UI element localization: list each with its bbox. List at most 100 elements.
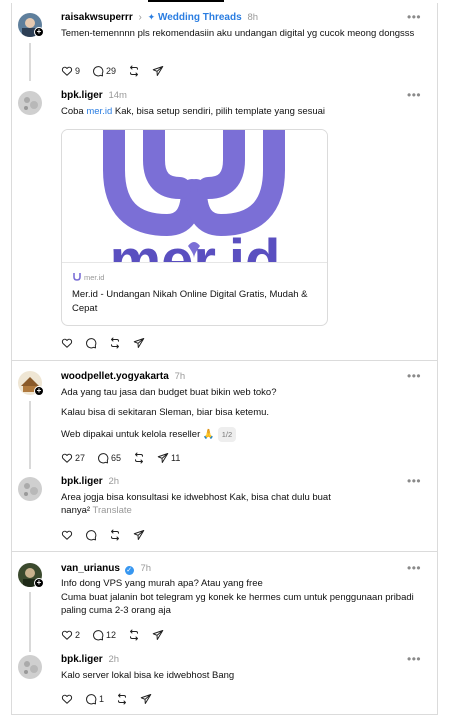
reply-button[interactable]: 65 — [97, 452, 121, 464]
post-text: Kalau bisa di sekitaran Sleman, biar bis… — [61, 407, 270, 418]
reply-button[interactable]: 29 — [92, 65, 116, 77]
repost-button[interactable] — [116, 693, 128, 705]
heart-icon — [61, 452, 73, 464]
post-text: Web dipakai untuk kelola reseller 🙏 1/2 — [61, 427, 416, 442]
post-link[interactable]: mer.id — [86, 106, 112, 117]
avatar[interactable] — [18, 655, 42, 679]
post-text: Cuma buat jalanin bot telegram yg konek … — [61, 592, 414, 616]
chevron-right-icon: › — [138, 12, 142, 23]
more-icon[interactable]: ••• — [407, 562, 421, 574]
post-header: van_urianus ✓ 7h — [61, 563, 151, 575]
repost-icon — [133, 452, 145, 464]
share-button[interactable] — [140, 693, 152, 705]
avatar[interactable] — [18, 91, 42, 115]
link-preview-image: mer.id — [62, 130, 327, 263]
share-button[interactable] — [152, 65, 164, 77]
more-icon[interactable]: ••• — [407, 475, 421, 487]
comment-icon — [85, 693, 97, 705]
post-time: 8h — [247, 12, 259, 23]
page-indicator: 1/2 — [217, 427, 237, 442]
repost-button[interactable] — [133, 452, 145, 464]
post-text: Coba mer.id Kak, bisa setup sendiri, pil… — [61, 106, 326, 117]
like-button[interactable]: 9 — [61, 65, 80, 77]
follow-plus-icon[interactable]: + — [34, 578, 44, 588]
repost-button[interactable] — [128, 629, 140, 641]
post-time: 2h — [108, 476, 120, 487]
threads-feed: + raisakwsuperrr › ✦ Wedding Threads 8h … — [0, 0, 449, 718]
post-actions — [61, 336, 157, 350]
like-button[interactable]: 2 — [61, 629, 80, 641]
share-button[interactable] — [133, 529, 145, 541]
thread-line — [29, 43, 31, 81]
more-icon[interactable]: ••• — [407, 11, 421, 23]
like-button[interactable]: 27 — [61, 452, 85, 464]
share-icon — [157, 452, 169, 464]
heart-icon — [61, 337, 73, 349]
username[interactable]: bpk.liger — [61, 476, 103, 487]
share-button[interactable] — [133, 337, 145, 349]
repost-icon — [128, 65, 140, 77]
community-link[interactable]: ✦ Wedding Threads — [148, 12, 245, 23]
post-time: 7h — [174, 371, 186, 382]
post-header: woodpellet.yogyakarta 7h — [61, 371, 185, 382]
post-actions — [61, 528, 157, 542]
reply-button[interactable]: 12 — [92, 629, 116, 641]
post-time: 14m — [108, 90, 127, 101]
post-actions: 2 12 — [61, 628, 176, 642]
site-favicon-icon — [73, 273, 81, 281]
thread-line — [29, 401, 31, 469]
comment-icon — [85, 337, 97, 349]
more-icon[interactable]: ••• — [407, 89, 421, 101]
repost-button[interactable] — [109, 529, 121, 541]
more-icon[interactable]: ••• — [407, 370, 421, 382]
share-icon — [133, 337, 145, 349]
username[interactable]: raisakwsuperrr — [61, 12, 133, 23]
more-icon[interactable]: ••• — [407, 653, 421, 665]
share-icon — [152, 629, 164, 641]
username[interactable]: woodpellet.yogyakarta — [61, 371, 169, 382]
share-button[interactable]: 11 — [157, 452, 180, 464]
reply-button[interactable]: 1 — [85, 693, 104, 705]
post-text: Ada yang tau jasa dan budget buat bikin … — [61, 387, 277, 398]
translate-link[interactable]: Translate — [93, 505, 132, 516]
repost-icon — [116, 693, 128, 705]
community-icon: ✦ — [147, 12, 156, 22]
post-text: Info dong VPS yang murah apa? Atau yang … — [61, 578, 263, 589]
username[interactable]: bpk.liger — [61, 654, 103, 665]
comment-icon — [92, 629, 104, 641]
repost-icon — [128, 629, 140, 641]
active-tab-indicator — [148, 0, 224, 2]
brand-logo-text: mer.id — [110, 228, 281, 263]
link-source: mer.id — [72, 273, 104, 282]
repost-icon — [109, 529, 121, 541]
username[interactable]: bpk.liger — [61, 90, 103, 101]
like-button[interactable] — [61, 529, 73, 541]
heart-icon — [61, 693, 73, 705]
comment-icon — [92, 65, 104, 77]
post-actions: 9 29 — [61, 64, 176, 78]
post-text: Temen-temennnn pls rekomendasiin aku und… — [61, 28, 415, 39]
post-time: 2h — [108, 654, 120, 665]
link-title: Mer.id - Undangan Nikah Online Digital G… — [72, 289, 308, 314]
post-header: raisakwsuperrr › ✦ Wedding Threads 8h — [61, 12, 258, 23]
share-icon — [152, 65, 164, 77]
link-preview-card[interactable]: mer.id mer.id Mer.id - Undangan Nikah On… — [61, 129, 328, 326]
follow-plus-icon[interactable]: + — [34, 386, 44, 396]
username[interactable]: van_urianus — [61, 563, 120, 574]
like-button[interactable] — [61, 337, 73, 349]
repost-button[interactable] — [109, 337, 121, 349]
share-button[interactable] — [152, 629, 164, 641]
heart-icon — [61, 529, 73, 541]
like-button[interactable] — [61, 693, 73, 705]
avatar[interactable] — [18, 477, 42, 501]
follow-plus-icon[interactable]: + — [34, 27, 44, 37]
reply-button[interactable] — [85, 337, 97, 349]
reply-button[interactable] — [85, 529, 97, 541]
divider — [11, 551, 438, 552]
verified-icon: ✓ — [124, 566, 134, 575]
post-header: bpk.liger 14m — [61, 90, 127, 101]
repost-button[interactable] — [128, 65, 140, 77]
post-header: bpk.liger 2h — [61, 654, 119, 665]
post-time: 7h — [140, 563, 152, 574]
comment-icon — [97, 452, 109, 464]
